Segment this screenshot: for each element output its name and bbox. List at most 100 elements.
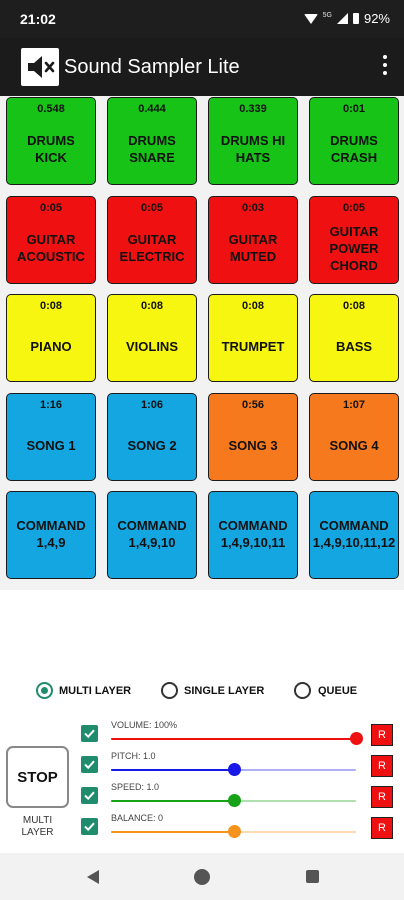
pad-duration: 0.548 bbox=[37, 103, 65, 115]
pad-label: DRUMS SNARE bbox=[128, 133, 176, 165]
pad-grid: 0.548 DRUMS KICK 0.444 DRUMS SNARE 0.339 DRUM… bbox=[0, 96, 404, 590]
pad-label: DRUMS HI HATS bbox=[220, 133, 286, 165]
sound-pad[interactable]: 0:05 GUITAR ACOUSTIC bbox=[6, 196, 96, 284]
speed-checkbox[interactable] bbox=[81, 787, 98, 804]
pitch-checkbox[interactable] bbox=[81, 756, 98, 773]
pad-label: DRUMS CRASH bbox=[330, 133, 378, 165]
pad-label: SONG 1 bbox=[26, 437, 76, 453]
sound-pad[interactable]: 0:05 GUITAR ELECTRIC bbox=[107, 196, 197, 284]
radio-queue[interactable] bbox=[294, 682, 311, 699]
pad-label: BASS bbox=[335, 338, 373, 354]
mode-selector: MULTI LAYER SINGLE LAYER QUEUE bbox=[0, 680, 404, 704]
balance-label: BALANCE: 0 bbox=[111, 813, 164, 823]
pad-label: COMMAND 1,4,9,10 bbox=[117, 518, 187, 550]
sound-pad[interactable]: 0.548 DRUMS KICK bbox=[6, 97, 96, 185]
pad-duration: 0:08 bbox=[140, 300, 164, 312]
status-time: 21:02 bbox=[20, 11, 56, 27]
sound-pad[interactable]: 0:56 SONG 3 bbox=[208, 393, 298, 481]
sound-pad[interactable]: 0:08 TRUMPET bbox=[208, 294, 298, 382]
stop-label: STOP bbox=[17, 768, 58, 786]
pad-label: SONG 2 bbox=[127, 437, 177, 453]
pad-label: TRUMPET bbox=[221, 338, 285, 354]
pad-duration: 0.444 bbox=[138, 103, 166, 115]
pad-label: GUITAR MUTED bbox=[228, 232, 278, 264]
pitch-track-fill bbox=[111, 769, 234, 771]
speed-reset-button[interactable]: R bbox=[371, 786, 393, 808]
stop-button[interactable]: STOP bbox=[6, 746, 69, 808]
volume-slider-thumb[interactable] bbox=[350, 732, 363, 745]
sound-pad[interactable]: COMMAND 1,4,9,10,11 bbox=[208, 491, 298, 579]
pad-duration: 0:01 bbox=[342, 103, 366, 115]
home-icon[interactable] bbox=[194, 869, 210, 885]
sound-pad[interactable]: 0:08 BASS bbox=[309, 294, 399, 382]
pad-label: PIANO bbox=[30, 338, 72, 354]
pad-label: GUITAR ACOUSTIC bbox=[17, 232, 85, 264]
sound-pad[interactable]: 0.339 DRUMS HI HATS bbox=[208, 97, 298, 185]
pitch-reset-button[interactable]: R bbox=[371, 755, 393, 777]
volume-checkbox[interactable] bbox=[81, 725, 98, 742]
status-icons: 5G 92% bbox=[303, 11, 390, 26]
sound-pad[interactable]: COMMAND 1,4,9 bbox=[6, 491, 96, 579]
pad-label: COMMAND 1,4,9,10,11 bbox=[218, 518, 288, 550]
app-bar: Sound Sampler Lite bbox=[0, 38, 404, 96]
sound-pad[interactable]: 1:16 SONG 1 bbox=[6, 393, 96, 481]
sound-pad[interactable]: 0:05 GUITAR POWER CHORD bbox=[309, 196, 399, 284]
balance-track-fill bbox=[111, 831, 234, 833]
battery-icon bbox=[352, 13, 359, 24]
radio-single-layer[interactable] bbox=[161, 682, 178, 699]
volume-label: VOLUME: 100% bbox=[111, 720, 178, 730]
pad-label: SONG 3 bbox=[228, 437, 278, 453]
pad-label: COMMAND 1,4,9 bbox=[16, 518, 86, 550]
mode-label-single-layer[interactable]: SINGLE LAYER bbox=[184, 685, 264, 697]
more-vert-icon[interactable] bbox=[382, 55, 388, 79]
pad-duration: 0:03 bbox=[241, 202, 265, 214]
sound-pad[interactable]: 0:03 GUITAR MUTED bbox=[208, 196, 298, 284]
pad-label: GUITAR ELECTRIC bbox=[119, 232, 185, 264]
balance-checkbox[interactable] bbox=[81, 818, 98, 835]
pad-label: SONG 4 bbox=[329, 437, 379, 453]
pad-duration: 0:08 bbox=[39, 300, 63, 312]
recents-icon[interactable] bbox=[306, 870, 319, 883]
pad-duration: 0:56 bbox=[241, 399, 265, 411]
signal-icon bbox=[336, 13, 348, 24]
pad-duration: 0:08 bbox=[342, 300, 366, 312]
mode-label-multi-layer[interactable]: MULTI LAYER bbox=[59, 685, 131, 697]
radio-multi-layer[interactable] bbox=[36, 682, 53, 699]
pad-duration: 0.339 bbox=[239, 103, 267, 115]
pad-label: VIOLINS bbox=[125, 338, 178, 354]
sound-pad[interactable]: 0:08 PIANO bbox=[6, 294, 96, 382]
pad-label: GUITAR POWER CHORD bbox=[329, 223, 379, 273]
back-icon[interactable] bbox=[87, 870, 99, 884]
battery-percent: 92% bbox=[363, 11, 390, 26]
balance-slider-thumb[interactable] bbox=[227, 825, 241, 838]
pad-duration: 1:16 bbox=[39, 399, 63, 411]
sound-pad[interactable]: 0:01 DRUMS CRASH bbox=[309, 97, 399, 185]
navigation-bar bbox=[0, 853, 404, 900]
pad-label: DRUMS KICK bbox=[27, 133, 75, 165]
pad-duration: 0:05 bbox=[140, 202, 164, 214]
status-bar: 21:02 5G 92% bbox=[0, 0, 404, 38]
mode-label-queue[interactable]: QUEUE bbox=[318, 685, 357, 697]
pad-duration: 0:05 bbox=[39, 202, 63, 214]
speed-slider-thumb[interactable] bbox=[227, 794, 241, 807]
sound-pad[interactable]: 0:08 VIOLINS bbox=[107, 294, 197, 382]
app-title: Sound Sampler Lite bbox=[64, 56, 240, 78]
sound-pad[interactable]: 0.444 DRUMS SNARE bbox=[107, 97, 197, 185]
sound-pad[interactable]: COMMAND 1,4,9,10 bbox=[107, 491, 197, 579]
pad-duration: 1:07 bbox=[342, 399, 366, 411]
sound-pad[interactable]: 1:07 SONG 4 bbox=[309, 393, 399, 481]
speed-track-fill bbox=[111, 800, 234, 802]
pad-duration: 0:08 bbox=[241, 300, 265, 312]
speed-label: SPEED: 1.0 bbox=[111, 782, 160, 792]
volume-reset-button[interactable]: R bbox=[371, 724, 393, 746]
pad-duration: 0:05 bbox=[342, 202, 366, 214]
pad-duration: 1:06 bbox=[140, 399, 164, 411]
sound-pad[interactable]: COMMAND 1,4,9,10,11,12 bbox=[309, 491, 399, 579]
network-type: 5G bbox=[322, 12, 332, 19]
sound-pad[interactable]: 1:06 SONG 2 bbox=[107, 393, 197, 481]
pitch-slider-thumb[interactable] bbox=[227, 763, 241, 776]
pitch-label: PITCH: 1.0 bbox=[111, 751, 156, 761]
pad-label: COMMAND 1,4,9,10,11,12 bbox=[312, 518, 396, 550]
speaker-mute-icon bbox=[21, 48, 59, 86]
balance-reset-button[interactable]: R bbox=[371, 817, 393, 839]
